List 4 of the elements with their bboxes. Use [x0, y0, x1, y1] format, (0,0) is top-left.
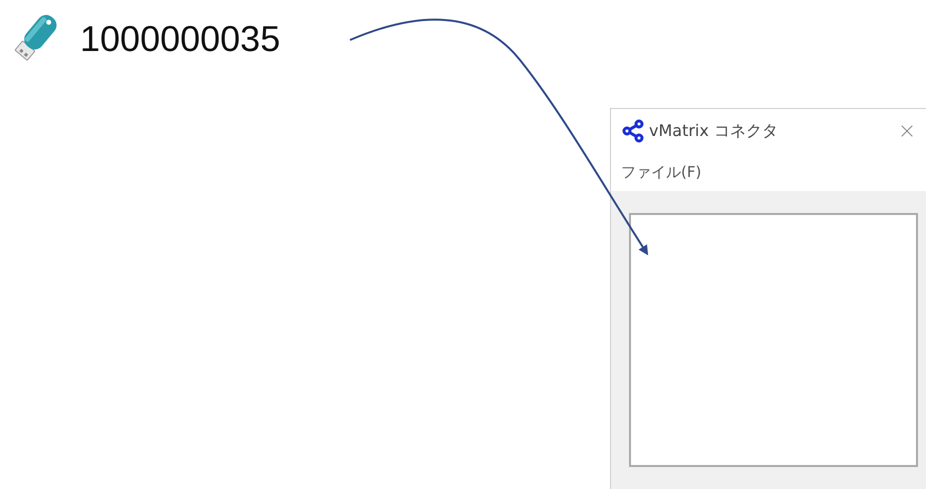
share-icon: [621, 119, 645, 143]
window-title: vMatrix コネクタ: [649, 120, 779, 142]
menu-item[interactable]: ファイル(F): [619, 160, 704, 184]
device-label: 1000000035: [80, 21, 280, 57]
